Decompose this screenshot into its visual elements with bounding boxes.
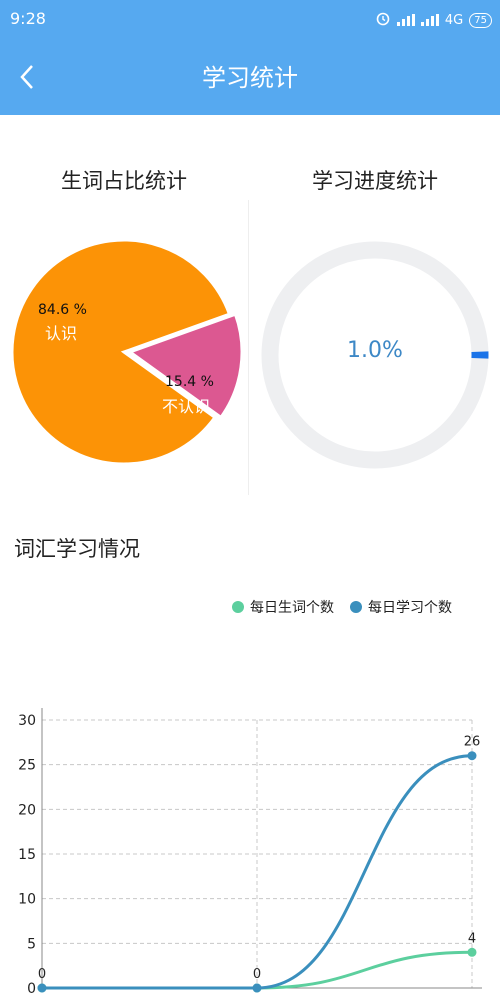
data-label: 26 <box>464 735 481 750</box>
unknown-label: 不认识 <box>162 397 211 416</box>
data-label: 0 <box>253 967 261 982</box>
word-ratio-title: 生词占比统计 <box>61 169 187 193</box>
alarm-icon <box>375 10 391 30</box>
vocab-section-title: 词汇学习情况 <box>14 537 140 561</box>
progress-title: 学习进度统计 <box>312 169 438 193</box>
battery-indicator: 75 <box>469 12 492 28</box>
y-tick-label: 25 <box>18 758 36 774</box>
legend-dot-learned <box>350 601 362 613</box>
series-point-1-0 <box>37 983 47 993</box>
status-bar: 9:28 4G 75 <box>0 0 500 40</box>
network-type: 4G <box>444 12 464 28</box>
y-tick-label: 10 <box>18 892 36 908</box>
y-tick-label: 5 <box>27 936 36 952</box>
series-point-1-2 <box>467 751 477 761</box>
legend-item-learned: 每日学习个数 <box>350 597 452 617</box>
legend-dot-new-words <box>232 601 244 613</box>
column-divider <box>248 200 249 495</box>
legend-label-new-words: 每日生词个数 <box>250 600 334 616</box>
vocab-line-chart: 0510152025300 0426 <box>18 708 482 997</box>
status-icons: 4G 75 <box>375 10 492 30</box>
signal-icon-2 <box>420 14 439 26</box>
page-title: 学习统计 <box>202 64 298 92</box>
unknown-percent: 15.4 % <box>165 374 214 390</box>
legend-item-new-words: 每日生词个数 <box>232 597 334 617</box>
signal-icon <box>396 14 415 26</box>
data-label: 0 <box>38 967 46 982</box>
progress-value: 1.0% <box>347 338 403 363</box>
legend-label-learned: 每日学习个数 <box>368 600 452 616</box>
y-tick-label: 15 <box>18 847 36 863</box>
word-ratio-pie <box>10 238 244 466</box>
series-point-1-1 <box>252 983 262 993</box>
y-tick-label: 30 <box>18 713 36 729</box>
known-label: 认识 <box>45 324 78 343</box>
status-time: 9:28 <box>10 9 46 28</box>
y-tick-label: 0 <box>27 981 36 997</box>
known-percent: 84.6 % <box>38 302 87 318</box>
series-point-0-2 <box>467 947 477 957</box>
data-label: 4 <box>468 931 476 946</box>
y-tick-label: 20 <box>18 802 36 818</box>
app-bar: 学习统计 <box>0 40 500 115</box>
